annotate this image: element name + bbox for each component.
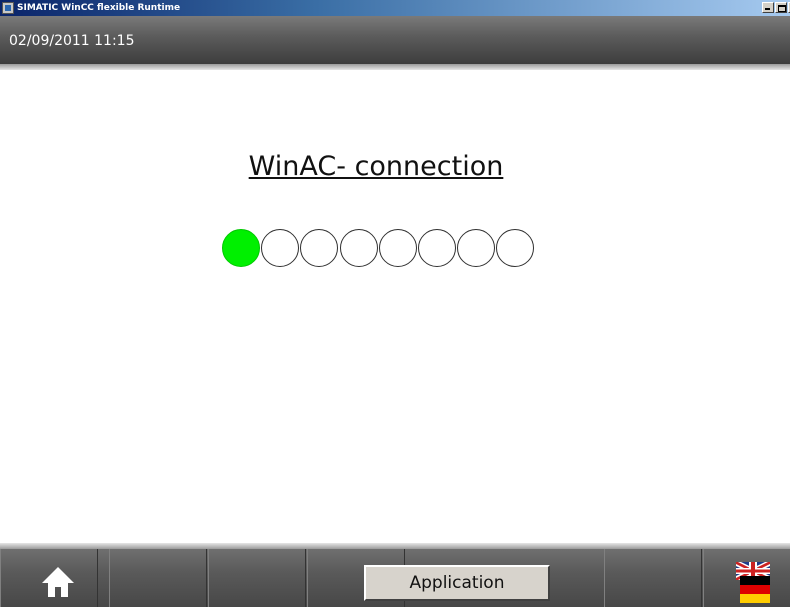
connection-indicator-3-off [300,229,338,267]
maximize-button[interactable] [775,2,787,13]
connection-indicator-7-off [457,229,495,267]
uk-germany-flag-icon[interactable] [732,560,772,604]
winccflex-runtime-window: SIMATIC WinCC flexible Runtime 02/09/201… [0,0,790,607]
connection-indicator-2-off [261,229,299,267]
application-button[interactable]: Application [364,565,550,601]
connection-indicator-5-off [379,229,417,267]
function-key-2[interactable] [109,549,207,607]
connection-indicator-4-off [340,229,378,267]
connection-indicator-1-on [222,229,260,267]
function-key-7[interactable] [604,549,702,607]
header-bar: 02/09/2011 11:15 [0,16,790,64]
function-key-3[interactable] [208,549,306,607]
minimize-button[interactable] [762,2,774,13]
home-icon[interactable] [40,565,76,599]
page-title: WinAC- connection [248,151,504,182]
window-titlebar: SIMATIC WinCC flexible Runtime [0,0,790,16]
connection-indicator-6-off [418,229,456,267]
connection-indicator-8-off [496,229,534,267]
simatic-app-icon [2,2,14,14]
window-title: SIMATIC WinCC flexible Runtime [17,3,181,13]
header-separator [0,64,790,70]
datetime-display: 02/09/2011 11:15 [9,33,135,49]
